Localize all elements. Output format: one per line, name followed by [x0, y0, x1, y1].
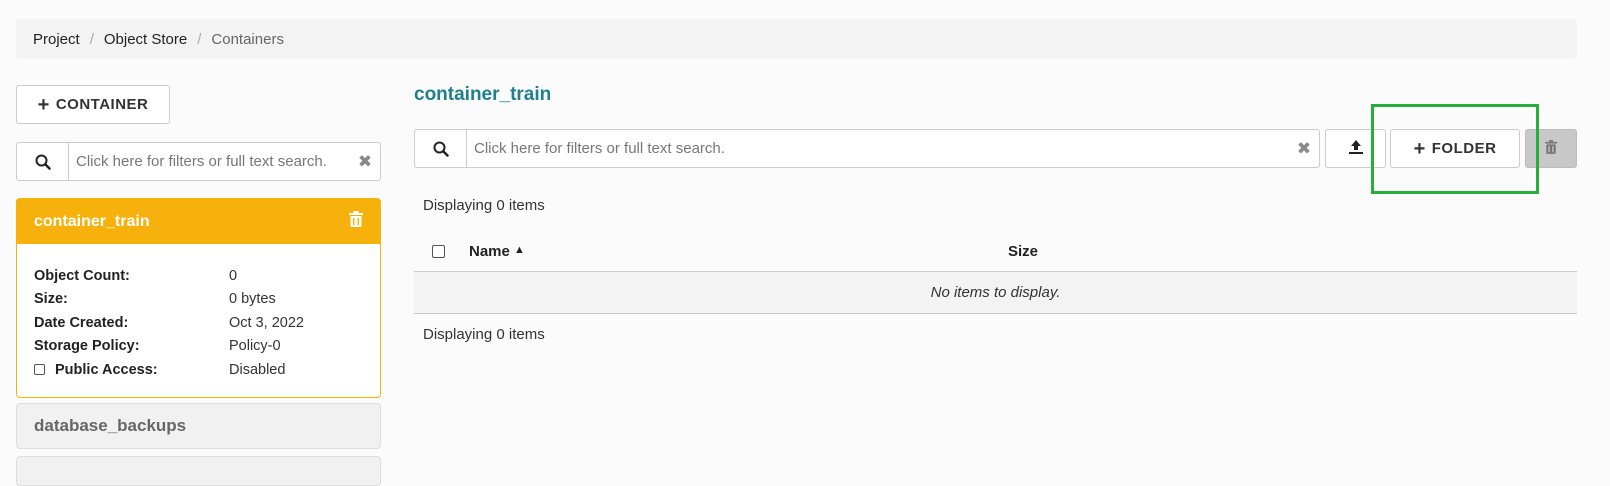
detail-object-count: Object Count: 0: [34, 264, 363, 288]
detail-storage-policy: Storage Policy: Policy-0: [34, 335, 363, 359]
breadcrumb-project[interactable]: Project: [33, 31, 80, 48]
container-search-input[interactable]: [69, 143, 350, 180]
close-icon[interactable]: ✖: [1289, 130, 1319, 167]
detail-public-access: Public Access: Disabled: [34, 358, 363, 382]
detail-label: Storage Policy:: [34, 338, 140, 355]
detail-value: Policy-0: [229, 338, 281, 355]
table-header: Name ▲ Size: [414, 232, 1577, 272]
detail-size: Size: 0 bytes: [34, 288, 363, 312]
select-all-checkbox[interactable]: [432, 245, 445, 258]
items-count-bottom: Displaying 0 items: [423, 326, 545, 343]
container-card-active[interactable]: container_train Object Count: 0 Size: 0 …: [16, 198, 381, 398]
column-name-label: Name: [469, 243, 510, 260]
sort-asc-icon: ▲: [514, 244, 525, 256]
close-icon[interactable]: ✖: [350, 143, 380, 180]
detail-label: Size:: [34, 291, 68, 308]
object-search: ✖: [414, 129, 1320, 168]
object-search-input[interactable]: [467, 130, 1289, 167]
container-card-header[interactable]: container_train: [17, 199, 380, 244]
container-name: container_train: [34, 212, 150, 230]
container-card[interactable]: [16, 456, 381, 486]
add-container-button[interactable]: + CONTAINER: [16, 85, 170, 124]
empty-message: No items to display.: [414, 272, 1577, 314]
plus-icon: +: [37, 93, 50, 116]
public-access-label: Public Access:: [55, 361, 158, 378]
breadcrumb-separator: /: [197, 30, 202, 48]
items-count-top: Displaying 0 items: [423, 197, 545, 214]
breadcrumb-object-store[interactable]: Object Store: [104, 31, 187, 48]
container-name: database_backups: [34, 416, 187, 435]
detail-date-created: Date Created: Oct 3, 2022: [34, 311, 363, 335]
search-icon[interactable]: [415, 130, 467, 167]
column-name[interactable]: Name ▲: [469, 243, 525, 260]
detail-value: 0: [229, 267, 238, 284]
trash-icon[interactable]: [349, 211, 363, 232]
upload-button[interactable]: [1325, 129, 1386, 168]
delete-button[interactable]: [1525, 129, 1577, 168]
public-access-checkbox[interactable]: [34, 364, 45, 376]
container-card[interactable]: database_backups: [16, 403, 381, 449]
add-folder-label: FOLDER: [1431, 140, 1497, 157]
container-search: ✖: [16, 142, 381, 181]
detail-value: Disabled: [229, 361, 286, 378]
breadcrumb-containers: Containers: [211, 30, 284, 48]
plus-icon: +: [1413, 137, 1426, 160]
detail-label: Object Count:: [34, 267, 130, 284]
detail-label: Public Access:: [34, 362, 229, 378]
trash-icon: [1545, 139, 1557, 158]
column-size[interactable]: Size: [1008, 243, 1038, 260]
add-folder-button[interactable]: + FOLDER: [1390, 129, 1520, 168]
add-container-label: CONTAINER: [55, 96, 149, 113]
detail-value: Oct 3, 2022: [229, 314, 304, 331]
breadcrumb-separator: /: [89, 30, 94, 48]
detail-value: 0 bytes: [229, 291, 276, 308]
container-details: Object Count: 0 Size: 0 bytes Date Creat…: [17, 244, 380, 382]
page-title: container_train: [414, 84, 552, 105]
detail-label: Date Created:: [34, 314, 129, 331]
breadcrumb: Project / Object Store / Containers: [16, 19, 1577, 59]
search-icon[interactable]: [17, 143, 69, 180]
upload-icon: [1348, 139, 1364, 159]
